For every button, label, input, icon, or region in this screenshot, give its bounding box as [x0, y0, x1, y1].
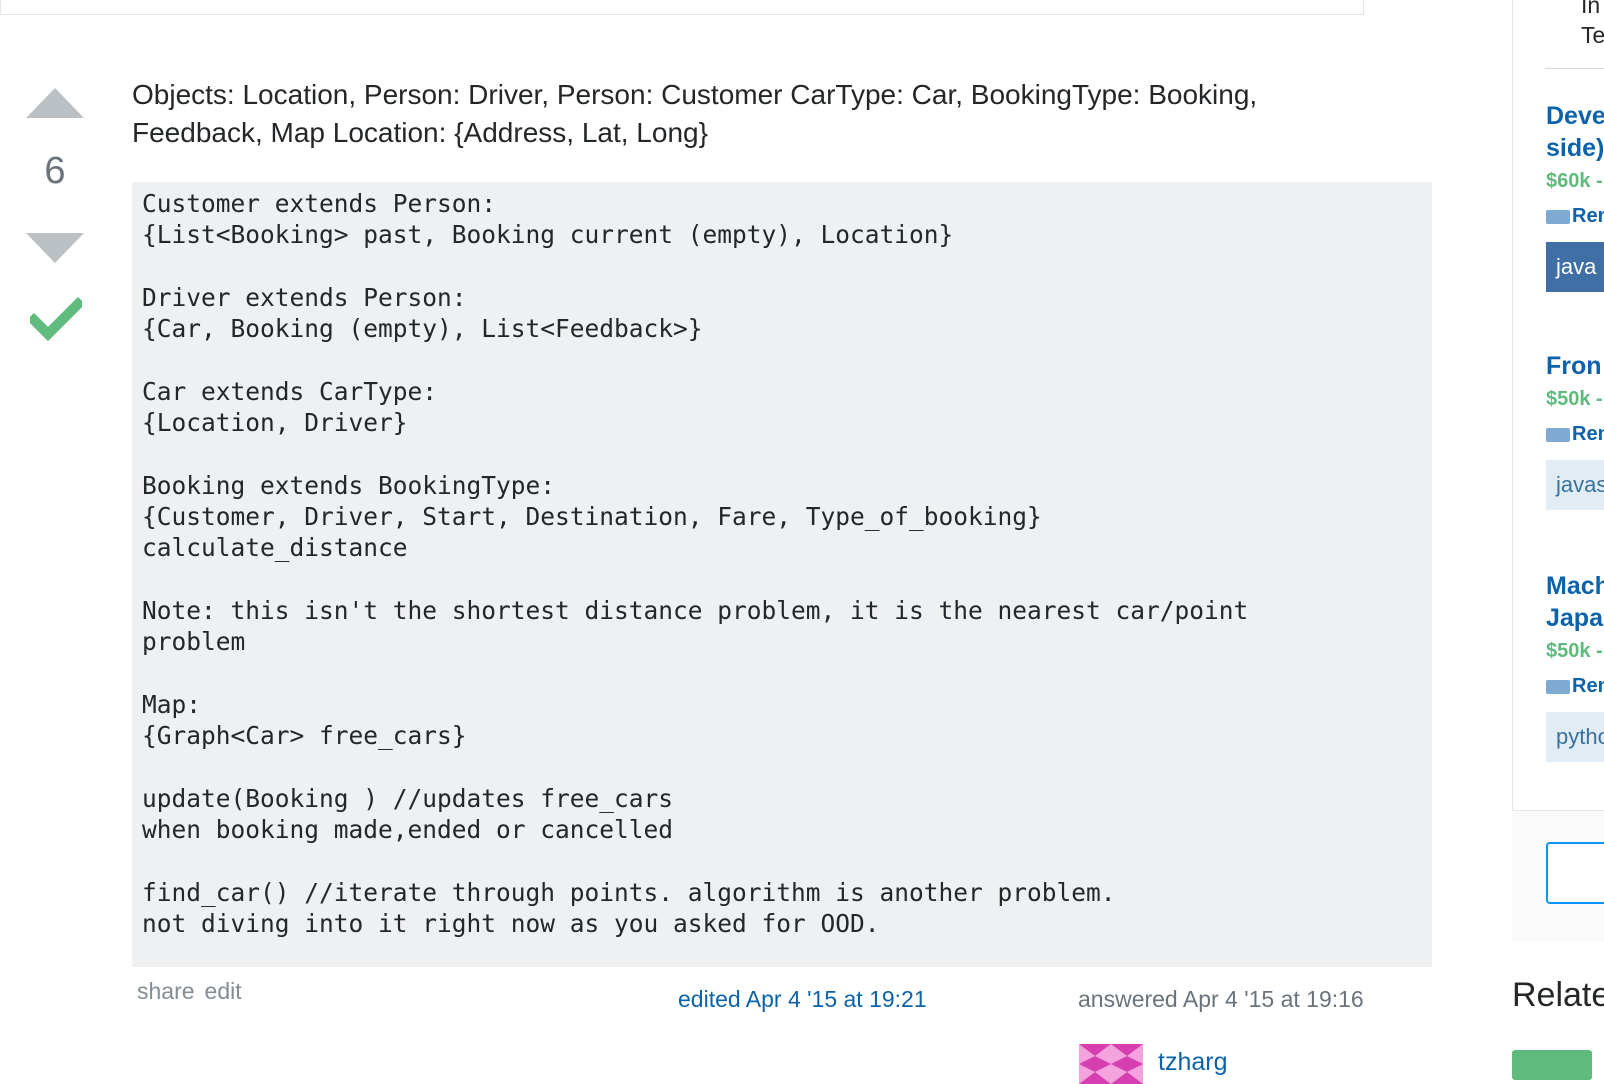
vote-count: 6 — [44, 150, 66, 192]
answer-text: Objects: Location, Person: Driver, Perso… — [132, 79, 1258, 148]
job-remote-label: Rem — [1572, 675, 1604, 697]
job-salary: $60k - — [1546, 170, 1603, 192]
share-link[interactable]: share — [137, 978, 195, 1004]
sidebar-button[interactable] — [1546, 842, 1604, 904]
job-remote-badge: Rem — [1546, 423, 1604, 446]
previous-box-edge — [0, 0, 1364, 15]
related-score-badge — [1512, 1050, 1592, 1080]
code-block: Customer extends Person: {List<Booking> … — [132, 182, 1432, 967]
edited-timestamp-link[interactable]: edited Apr 4 '15 at 19:21 — [678, 986, 927, 1013]
truck-icon — [1546, 427, 1570, 442]
job-title-link[interactable]: Fron — [1546, 350, 1604, 382]
job-tag[interactable]: pytho — [1546, 712, 1604, 762]
upvote-arrow-icon[interactable] — [26, 88, 84, 118]
job-title-link[interactable]: Mach Japa — [1546, 570, 1604, 634]
job-listing: Fron $50k - Rem javas — [1546, 350, 1604, 510]
downvote-arrow-icon[interactable] — [26, 233, 84, 263]
job-listing: Mach Japa $50k - Rem pytho — [1546, 570, 1604, 762]
job-tag[interactable]: javas — [1546, 460, 1604, 510]
avatar[interactable] — [1079, 1044, 1143, 1084]
job-tag[interactable]: java — [1546, 242, 1604, 292]
job-salary: $50k - — [1546, 640, 1603, 662]
job-remote-badge: Rem — [1546, 675, 1604, 698]
job-title-link[interactable]: Deve side) — [1546, 100, 1604, 164]
accepted-checkmark-icon — [30, 296, 82, 342]
sidebar-divider — [1545, 68, 1604, 69]
post-menu: share edit — [137, 978, 252, 1005]
job-remote-badge: Rem — [1546, 205, 1604, 228]
job-salary: $50k - — [1546, 388, 1603, 410]
answered-timestamp: answered Apr 4 '15 at 19:16 — [1078, 986, 1364, 1012]
sidebar-top-text: In Te — [1581, 0, 1604, 48]
sidebar-border — [1512, 0, 1513, 940]
job-remote-label: Rem — [1572, 205, 1604, 227]
truck-icon — [1546, 679, 1570, 694]
user-name-link[interactable]: tzharg — [1158, 1048, 1227, 1077]
related-heading: Related — [1512, 976, 1604, 1014]
job-remote-label: Rem — [1572, 423, 1604, 445]
edit-link[interactable]: edit — [205, 978, 242, 1004]
job-listing: Deve side) $60k - Rem java — [1546, 100, 1604, 292]
truck-icon — [1546, 209, 1570, 224]
